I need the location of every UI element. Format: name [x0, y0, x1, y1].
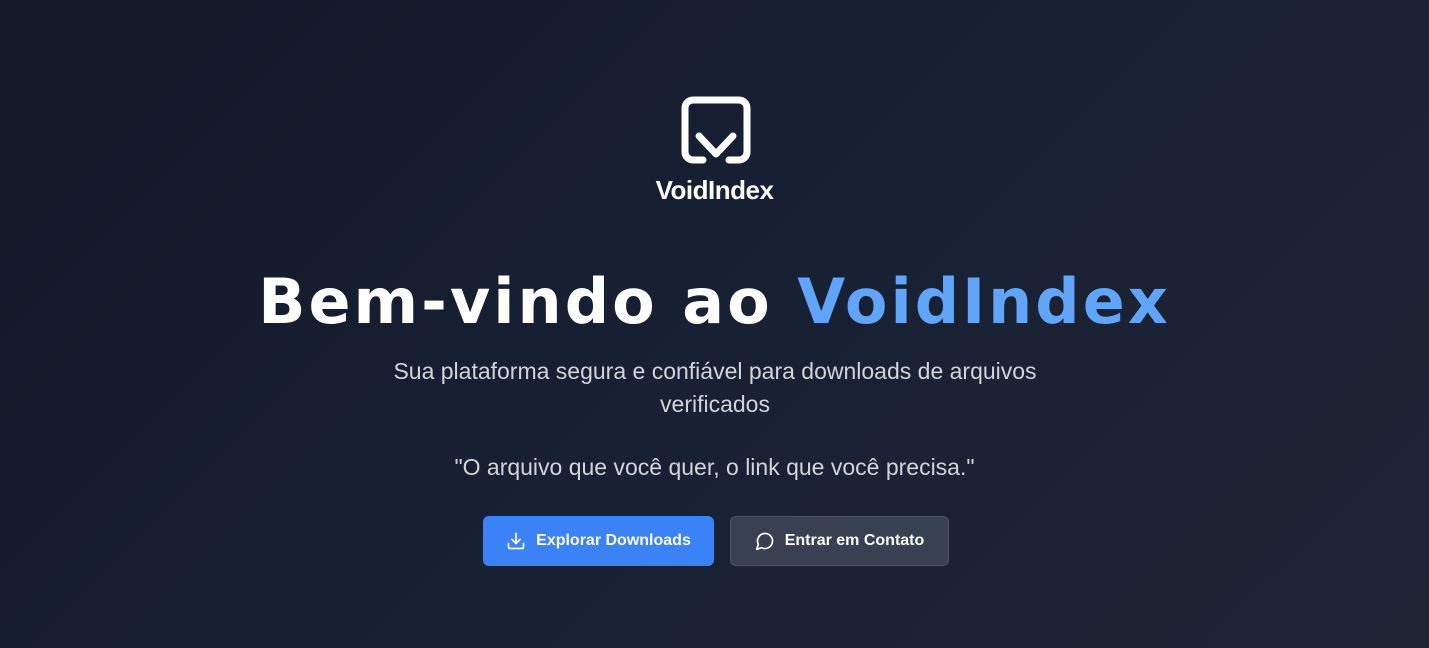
brand-name: VoidIndex [655, 175, 774, 205]
message-circle-icon [755, 531, 775, 551]
hero-title: Bem-vindo ao VoidIndex [0, 266, 1429, 338]
voidindex-logo-icon [681, 96, 751, 164]
contact-label: Entrar em Contato [784, 532, 925, 549]
download-icon [506, 531, 526, 551]
hero-quote: "O arquivo que você quer, o link que voc… [454, 454, 975, 480]
hero-title-prefix: Bem-vindo ao [258, 265, 798, 338]
hero-section: VoidIndex Bem-vindo ao VoidIndex Sua pla… [0, 0, 1429, 648]
hero-subtitle: Sua plataforma segura e confiável para d… [393, 358, 1037, 417]
explore-downloads-label: Explorar Downloads [536, 532, 691, 549]
hero-title-accent: VoidIndex [797, 265, 1171, 338]
contact-button[interactable]: Entrar em Contato [730, 516, 949, 566]
explore-downloads-button[interactable]: Explorar Downloads [483, 516, 714, 566]
